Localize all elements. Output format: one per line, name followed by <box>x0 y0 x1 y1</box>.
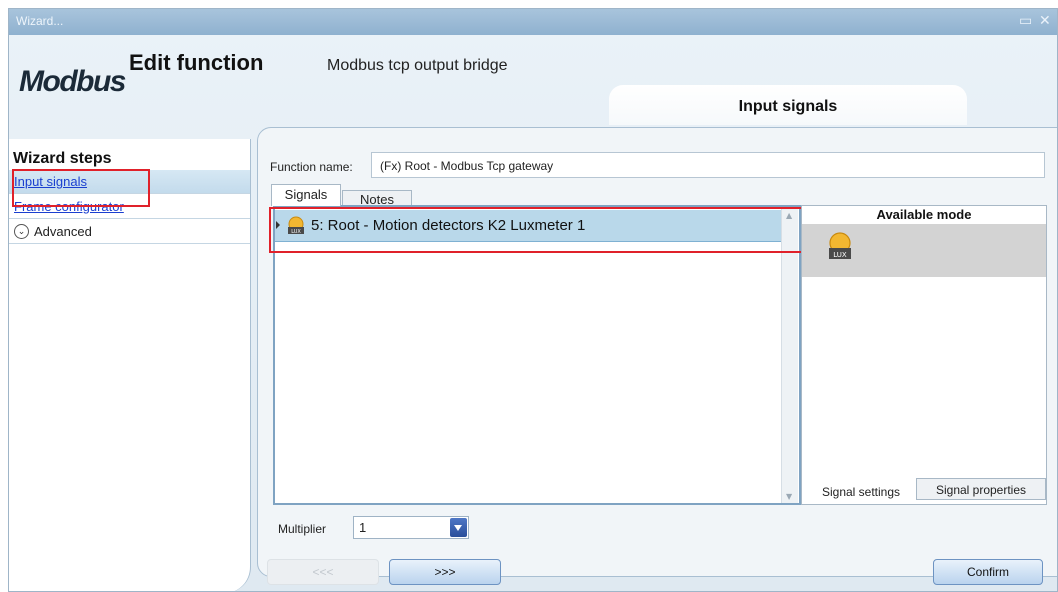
function-subtitle: Modbus tcp output bridge <box>327 57 508 74</box>
function-name-field[interactable]: (Fx) Root - Modbus Tcp gateway <box>371 152 1045 178</box>
previous-step-button[interactable]: <<< <box>267 559 379 585</box>
sidebar-item-label: Advanced <box>34 224 92 239</box>
available-mode-header: Available mode <box>876 207 972 222</box>
multiplier-label: Multiplier <box>278 522 327 536</box>
tab-notes[interactable]: Notes <box>342 190 412 207</box>
available-mode-panel: Available mode LUX Signal settings Signa… <box>801 205 1047 505</box>
window-title: Wizard... <box>16 14 64 28</box>
multiplier-value: 1 <box>359 520 367 535</box>
title-bar: Wizard... ▭ ✕ <box>9 9 1057 35</box>
close-icon[interactable]: ✕ <box>1039 13 1051 29</box>
tab-signal-settings[interactable]: Signal settings <box>808 481 914 503</box>
maximize-icon[interactable]: ▭ <box>1019 13 1032 29</box>
main-panel: Function name: (Fx) Root - Modbus Tcp ga… <box>257 127 1057 577</box>
highlight-box <box>269 207 803 253</box>
luxmeter-icon[interactable]: LUX <box>826 231 854 267</box>
tab-signals[interactable]: Signals <box>271 184 341 206</box>
wizard-steps-heading: Wizard steps <box>13 150 112 167</box>
tab-signal-properties[interactable]: Signal properties <box>916 478 1046 500</box>
function-name-label: Function name: <box>270 160 353 174</box>
chevron-down-icon[interactable]: ⌄ <box>14 224 29 239</box>
page-title: Edit function <box>129 50 264 75</box>
current-step-header: Input signals <box>609 85 967 125</box>
multiplier-select[interactable]: 1 <box>353 516 469 539</box>
next-step-button[interactable]: >>> <box>389 559 501 585</box>
wizard-steps-sidebar: Wizard steps Input signals Frame configu… <box>9 139 251 591</box>
vertical-scrollbar[interactable]: ▲ ▼ <box>781 209 798 503</box>
confirm-button[interactable]: Confirm <box>933 559 1043 585</box>
lux-text: LUX <box>833 251 847 259</box>
highlight-box <box>12 169 150 207</box>
scroll-down-icon[interactable]: ▼ <box>786 492 792 501</box>
wizard-window: Wizard... ▭ ✕ Modbus Edit function Modbu… <box>8 8 1058 592</box>
chevron-down-icon[interactable] <box>450 518 467 537</box>
modbus-logo: Modbus <box>19 65 126 98</box>
available-mode-row[interactable]: LUX <box>802 224 1046 277</box>
sidebar-item-advanced[interactable]: ⌄ Advanced <box>9 220 250 244</box>
